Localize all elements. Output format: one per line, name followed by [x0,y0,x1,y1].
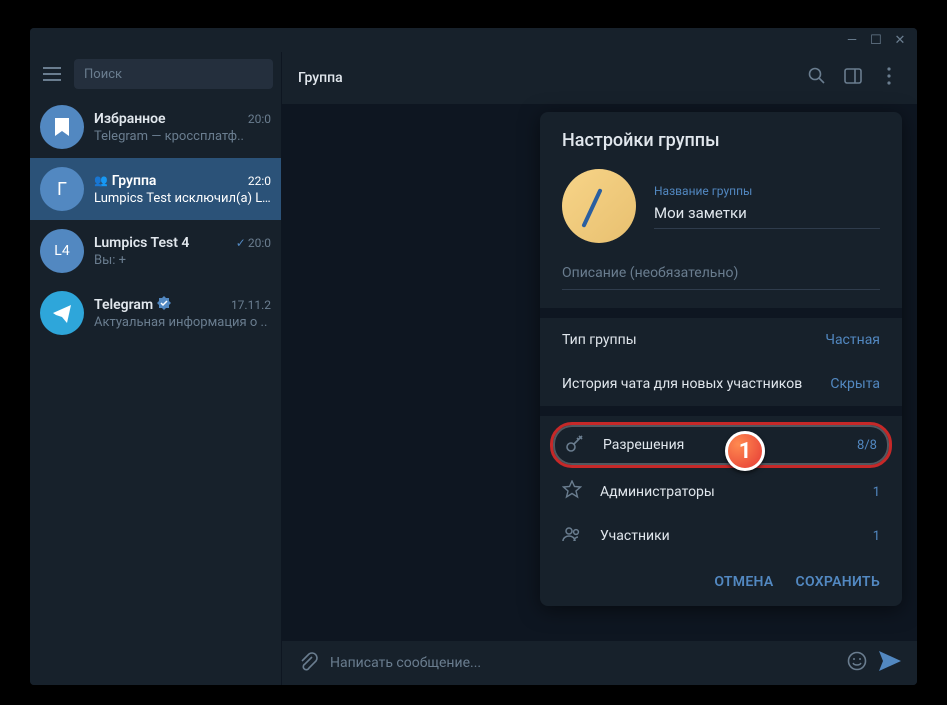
admins-row[interactable]: Администраторы 1 [540,470,902,514]
chat-history-value: Скрыта [830,376,880,392]
save-button[interactable]: СОХРАНИТЬ [796,574,880,590]
message-input[interactable]: Написать сообщение... [330,655,835,671]
separator [540,406,902,416]
app-window: — ☐ ✕ Поиск Избранное [30,28,917,685]
members-icon [562,524,582,548]
modal-title: Настройки группы [540,112,902,163]
chat-header: Группа [282,52,917,104]
permissions-label: Разрешения [603,437,839,453]
key-icon [565,433,585,457]
chat-history-row[interactable]: История чата для новых участников Скрыта [540,362,902,406]
members-row[interactable]: Участники 1 [540,514,902,558]
chat-content: Группа пу «Группа» umpics Test 2 [282,52,917,685]
group-photo[interactable] [562,169,636,243]
search-icon[interactable] [805,67,829,89]
chat-time: ✓ 20:0 [236,236,271,250]
avatar: L4 [40,229,84,273]
maximize-button[interactable]: ☐ [869,33,883,47]
chat-header-title[interactable]: Группа [298,70,793,86]
search-placeholder: Поиск [84,67,122,82]
name-field-label: Название группы [654,184,880,198]
chat-subtitle: Lumpics Test исключил(а) Lu.. [94,191,271,206]
members-count: 1 [873,529,880,544]
permissions-row[interactable]: Разрешения 8/8 1 [550,422,892,468]
chat-subtitle: Telegram — кроссплатф.. [94,129,271,144]
send-icon[interactable] [879,651,901,675]
chat-list: Избранное 20:0 Telegram — кроссплатф.. Г… [30,96,281,685]
group-type-label: Тип группы [562,332,637,348]
chat-time: 20:0 [248,112,271,126]
menu-icon[interactable] [38,60,66,88]
annotation-badge: 1 [725,431,765,471]
separator [540,308,902,318]
attach-icon[interactable] [298,651,318,675]
admins-count: 1 [873,485,880,500]
chat-subtitle: Вы: + [94,253,271,268]
search-input[interactable]: Поиск [74,59,273,89]
check-icon: ✓ [236,236,246,250]
admins-label: Администраторы [600,484,855,500]
telegram-icon [40,291,84,335]
group-icon: 👥 [94,174,108,187]
chat-time: 22:0 [248,174,271,188]
group-type-row[interactable]: Тип группы Частная [540,318,902,362]
more-icon[interactable] [877,67,901,89]
cancel-button[interactable]: ОТМЕНА [714,574,773,590]
chat-item-group[interactable]: Г 👥 Группа 22:0 Lumpics Test исключил(а)… [30,158,281,220]
group-settings-modal: Настройки группы Название группы Мои зам… [540,112,902,606]
minimize-button[interactable]: — [845,33,859,47]
chat-time: 17.11.2 [231,298,271,312]
sidepanel-icon[interactable] [841,67,865,89]
emoji-icon[interactable] [847,651,867,675]
close-button[interactable]: ✕ [893,33,907,47]
group-description-input[interactable]: Описание (необязательно) [562,261,880,290]
chat-title: Lumpics Test 4 [94,235,189,251]
chat-title: 👥 Группа [94,173,156,189]
chat-item-saved[interactable]: Избранное 20:0 Telegram — кроссплатф.. [30,96,281,158]
chat-subtitle: Актуальная информация о .. [94,315,271,330]
sidebar: Поиск Избранное 20:0 Telegram — кросспла… [30,52,282,685]
chat-item-channel[interactable]: Telegram 17.11.2 Актуальная информация о… [30,282,281,344]
avatar: Г [40,167,84,211]
verified-icon [157,296,171,313]
group-name-input[interactable]: Мои заметки [654,202,880,229]
chat-history-label: История чата для новых участников [562,376,802,392]
chat-title: Избранное [94,111,166,127]
members-label: Участники [600,528,855,544]
permissions-count: 8/8 [857,438,877,453]
bookmark-icon [40,105,84,149]
chat-title: Telegram [94,296,171,313]
chat-item-user[interactable]: L4 Lumpics Test 4 ✓ 20:0 Вы: + [30,220,281,282]
chat-footer: Написать сообщение... [282,641,917,685]
group-type-value: Частная [825,332,880,348]
star-icon [562,480,582,504]
titlebar: — ☐ ✕ [30,28,917,52]
